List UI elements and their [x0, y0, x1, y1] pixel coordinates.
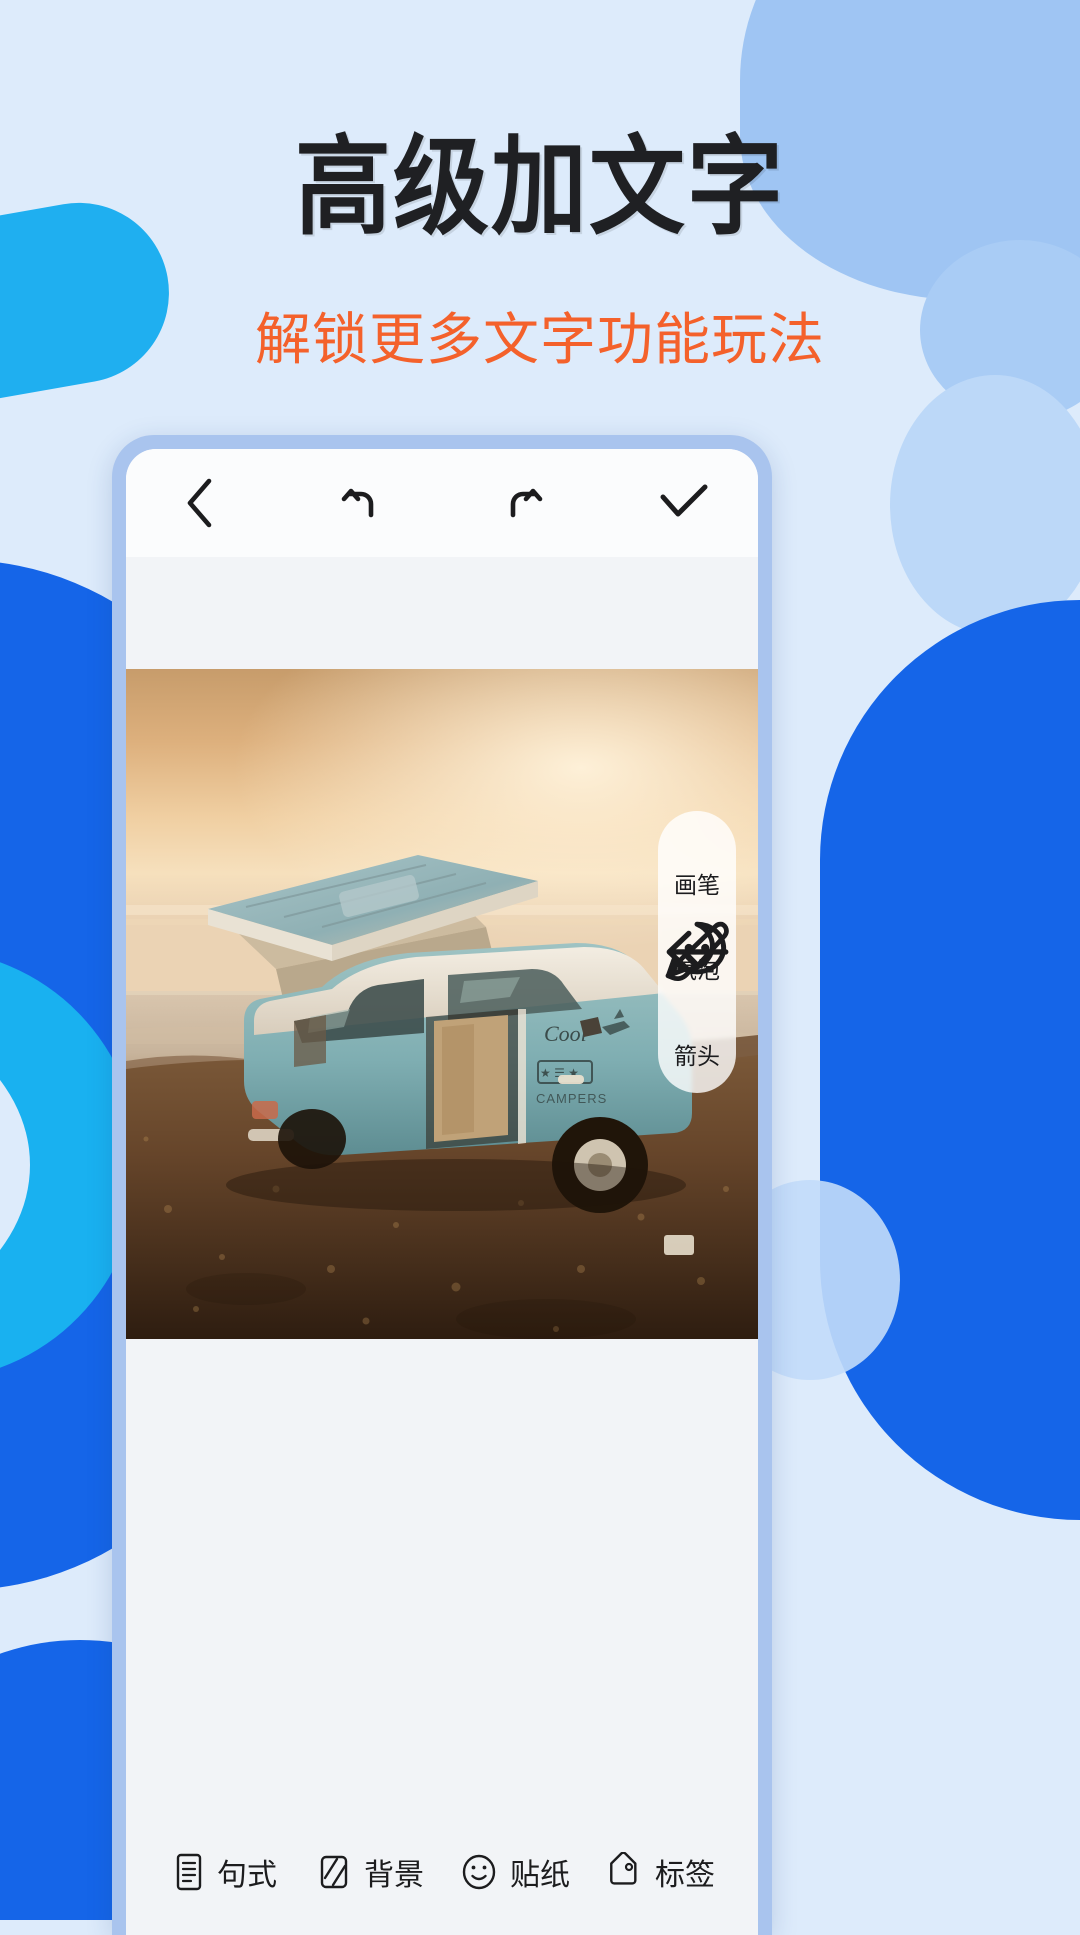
tool-arrow[interactable]: 箭头 [658, 930, 736, 1069]
bottom-item-tag-label: 标签 [655, 1859, 715, 1892]
tag-icon [604, 1852, 644, 1892]
bottom-item-sticker[interactable]: 贴纸 [442, 1850, 587, 1894]
bottom-item-background[interactable]: 背景 [297, 1850, 442, 1894]
chevron-left-icon [180, 476, 220, 530]
photo-canvas[interactable]: Cool ★ ☰ ★ CAMPERS 画笔 气泡 箭头 [126, 669, 758, 1339]
bottom-item-sentence-label: 句式 [217, 1859, 277, 1892]
page-title-container: 高级加文字 [0, 131, 1080, 244]
bottom-item-sentence[interactable]: 句式 [152, 1850, 297, 1894]
svg-text:Cool: Cool [544, 1021, 587, 1046]
bottom-item-background-label: 背景 [364, 1859, 424, 1892]
canvas-top-padding [126, 557, 758, 669]
redo-button[interactable] [487, 467, 559, 539]
undo-icon [335, 477, 387, 529]
page-title: 高级加文字 [295, 127, 785, 248]
confirm-button[interactable] [648, 467, 720, 539]
canvas-bottom-padding [126, 1339, 758, 1825]
floating-tool-panel: 画笔 气泡 箭头 [658, 811, 736, 1093]
blob-right-blue [820, 600, 1080, 1520]
editor-top-toolbar [126, 449, 758, 557]
page-subtitle-container: 解锁更多文字功能玩法 [0, 295, 1080, 376]
phone-screen: Cool ★ ☰ ★ CAMPERS 画笔 气泡 箭头 句式 背景 贴纸 标签 [126, 449, 758, 1935]
undo-button[interactable] [325, 467, 397, 539]
back-button[interactable] [164, 467, 236, 539]
editor-bottom-toolbar: 句式 背景 贴纸 标签 [126, 1825, 758, 1935]
document-lines-icon [172, 1852, 206, 1892]
smiley-face-icon [459, 1852, 499, 1892]
bottom-item-sticker-label: 贴纸 [510, 1859, 570, 1892]
check-icon [658, 481, 710, 525]
bottom-item-tag[interactable]: 标签 [587, 1850, 732, 1894]
striped-square-icon [315, 1852, 353, 1892]
page-subtitle: 解锁更多文字功能玩法 [255, 308, 825, 371]
svg-text:CAMPERS: CAMPERS [536, 1091, 607, 1106]
redo-icon [497, 477, 549, 529]
phone-mockup: Cool ★ ☰ ★ CAMPERS 画笔 气泡 箭头 句式 背景 贴纸 标签 [112, 435, 772, 1935]
blob-right-oval [890, 375, 1080, 635]
